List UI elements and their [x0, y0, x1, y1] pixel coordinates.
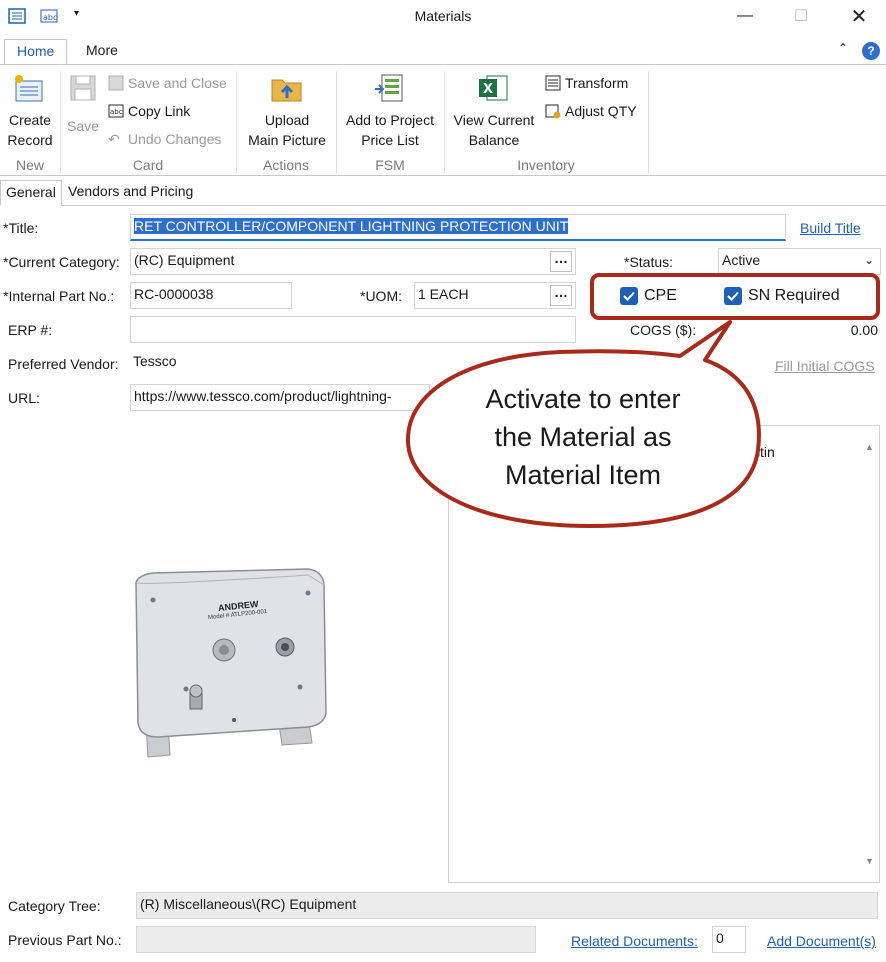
tab-general[interactable]: General	[0, 180, 62, 206]
svg-text:X: X	[483, 82, 493, 97]
preferred-vendor-field[interactable]: Tessco	[130, 350, 430, 377]
internal-part-no-label: *Internal Part No.:	[3, 288, 115, 304]
callout-line-2: the Material as	[494, 422, 672, 452]
ribbon-tab-more[interactable]: More	[74, 39, 130, 65]
notes-scrollbar[interactable]: ▲ ▼	[861, 426, 879, 882]
current-category-label: *Current Category:	[3, 254, 120, 270]
related-documents-count-value: 0	[716, 930, 724, 946]
add-to-project-price-list-label: Add to Project Price List	[346, 112, 434, 148]
ribbon-tab-home[interactable]: Home	[4, 39, 68, 65]
upload-main-picture-button[interactable]: Upload Main Picture	[240, 73, 334, 150]
group-label-card: Card	[132, 157, 164, 173]
save-button[interactable]: Save	[63, 73, 103, 136]
preferred-vendor-value: Tessco	[133, 353, 177, 369]
uom-value: 1 EACH	[418, 286, 469, 302]
title-value: RET CONTROLLER/COMPONENT LIGHTNING PROTE…	[134, 218, 569, 234]
upload-main-picture-label: Upload Main Picture	[248, 112, 326, 148]
add-documents-link[interactable]: Add Document(s)	[767, 933, 876, 949]
group-label-new: New	[15, 157, 44, 173]
related-documents-link[interactable]: Related Documents:	[571, 933, 698, 949]
category-tree-value: (R) Miscellaneous\(RC) Equipment	[140, 896, 357, 912]
internal-part-no-value: RC-0000038	[134, 286, 214, 302]
cogs-value: 0.00	[850, 322, 878, 338]
uom-browse-button[interactable]: …	[550, 285, 572, 306]
undo-changes-button[interactable]: ↶ Undo Changes	[108, 128, 221, 150]
save-and-close-button[interactable]: Save and Close	[108, 72, 227, 94]
preferred-vendor-label: Preferred Vendor:	[8, 356, 119, 372]
title-input[interactable]: RET CONTROLLER/COMPONENT LIGHTNING PROTE…	[130, 214, 786, 241]
scroll-down-icon[interactable]: ▼	[865, 856, 874, 866]
transform-button[interactable]: Transform	[545, 72, 628, 94]
current-category-field[interactable]: (RC) Equipment	[130, 248, 576, 275]
copy-link-button[interactable]: abc Copy Link	[108, 100, 190, 122]
collapse-ribbon-icon[interactable]: ⌃	[838, 41, 848, 55]
help-icon[interactable]: ?	[862, 42, 880, 60]
create-record-label: Create Record	[7, 112, 53, 148]
maximize-button[interactable]: ☐	[778, 0, 824, 32]
uom-label: *UOM:	[360, 288, 402, 304]
category-browse-button[interactable]: …	[550, 251, 572, 272]
current-category-value: (RC) Equipment	[134, 252, 235, 268]
ribbon-tab-strip: Home More ⌃ ?	[0, 34, 886, 65]
create-record-icon	[15, 75, 43, 102]
internal-part-no-input[interactable]: RC-0000038	[130, 282, 292, 309]
related-documents-count: 0	[712, 926, 746, 953]
add-to-project-price-list-button[interactable]: Add to Project Price List	[338, 73, 442, 150]
undo-changes-label: Undo Changes	[128, 131, 222, 147]
scroll-up-icon[interactable]: ▲	[865, 442, 874, 452]
callout-line-3: Material Item	[504, 460, 662, 490]
previous-part-no-field	[136, 926, 536, 953]
highlight-box	[590, 273, 880, 320]
category-tree-field: (R) Miscellaneous\(RC) Equipment	[136, 892, 878, 919]
status-value: Active	[722, 252, 761, 268]
link-icon: abc	[108, 104, 124, 118]
transform-icon	[545, 75, 561, 91]
save-icon	[70, 75, 96, 101]
erp-label: ERP #:	[8, 322, 53, 338]
save-and-close-icon	[108, 75, 124, 91]
category-tree-label: Category Tree:	[8, 898, 101, 914]
group-separator	[648, 71, 649, 173]
save-and-close-label: Save and Close	[128, 75, 227, 91]
previous-part-no-label: Previous Part No.:	[8, 932, 122, 948]
view-current-balance-button[interactable]: X View Current Balance	[448, 73, 540, 150]
price-list-icon	[375, 74, 403, 102]
folder-upload-icon	[271, 79, 302, 102]
status-select[interactable]: Active ⌄	[718, 248, 881, 275]
url-value: https://www.tessco.com/product/lightning…	[134, 388, 392, 404]
group-label-actions: Actions	[263, 157, 309, 173]
callout-line-1: Activate to enter	[485, 384, 681, 414]
form-tab-strip: General Vendors and Pricing	[0, 178, 886, 206]
group-label-fsm: FSM	[375, 157, 405, 173]
adjust-qty-button[interactable]: Adjust QTY	[545, 100, 637, 122]
svg-text:abc: abc	[110, 108, 123, 116]
url-label: URL:	[8, 390, 40, 406]
main-picture: ANDREW Model # ATLP200-001	[8, 425, 442, 883]
adjust-qty-label: Adjust QTY	[565, 103, 637, 119]
tab-vendors-and-pricing[interactable]: Vendors and Pricing	[63, 180, 198, 206]
minimize-button[interactable]: —	[722, 0, 768, 32]
close-button[interactable]: ✕	[836, 0, 882, 32]
save-label: Save	[67, 118, 99, 134]
build-title-link[interactable]: Build Title	[800, 220, 861, 236]
ribbon: Create Record New Save Save and Close ab…	[0, 64, 886, 176]
chevron-down-icon: ⌄	[863, 253, 874, 267]
excel-icon: X	[479, 75, 508, 101]
url-input[interactable]: https://www.tessco.com/product/lightning…	[130, 384, 430, 411]
transform-label: Transform	[565, 75, 629, 91]
title-label: *Title:	[3, 220, 39, 236]
view-current-balance-label: View Current Balance	[453, 112, 535, 148]
callout-text: Activate to enter the Material as Materi…	[420, 380, 746, 494]
title-bar: abc ▾ Materials — ☐ ✕	[0, 0, 886, 34]
create-record-button[interactable]: Create Record	[4, 73, 56, 150]
group-label-inventory: Inventory	[517, 157, 575, 173]
adjust-qty-icon	[545, 104, 561, 119]
copy-link-label: Copy Link	[128, 103, 191, 119]
status-label: *Status:	[624, 254, 674, 270]
undo-icon: ↶	[108, 130, 120, 147]
fill-initial-cogs-link[interactable]: Fill Initial COGS	[775, 358, 875, 374]
product-image	[135, 568, 327, 758]
